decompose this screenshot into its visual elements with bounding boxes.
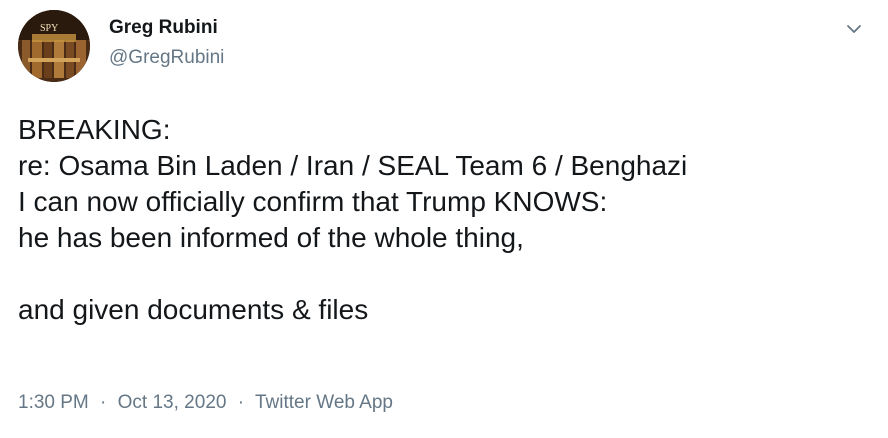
chevron-down-icon xyxy=(847,25,861,33)
tweet-line: I can now officially confirm that Trump … xyxy=(18,186,608,217)
avatar-logo-text: SPY xyxy=(40,23,58,34)
avatar[interactable]: SPY xyxy=(18,10,90,82)
tweet-time[interactable]: 1:30 PM xyxy=(18,392,89,413)
tweet-line: and given documents & files xyxy=(18,294,369,325)
author-name[interactable]: Greg Rubini xyxy=(109,17,218,39)
tweet-line xyxy=(18,256,868,292)
tweet-meta: 1:30 PM · Oct 13, 2020 · Twitter Web App xyxy=(18,392,393,414)
author-handle[interactable]: @GregRubini xyxy=(109,47,224,69)
tweet-card: SPY Greg Rubini @GregRubini BREAKING: re… xyxy=(0,0,888,438)
tweet-text: BREAKING: re: Osama Bin Laden / Iran / S… xyxy=(18,112,868,328)
meta-separator: · xyxy=(237,392,245,413)
tweet-line: he has been informed of the whole thing, xyxy=(18,222,524,253)
tweet-line: BREAKING: xyxy=(18,114,171,145)
tweet-line: re: Osama Bin Laden / Iran / SEAL Team 6… xyxy=(18,150,688,181)
tweet-date[interactable]: Oct 13, 2020 xyxy=(118,392,227,413)
tweet-menu-button[interactable] xyxy=(843,18,865,40)
meta-separator: · xyxy=(100,392,107,413)
avatar-image: SPY xyxy=(18,10,90,82)
tweet-source[interactable]: Twitter Web App xyxy=(255,392,393,413)
